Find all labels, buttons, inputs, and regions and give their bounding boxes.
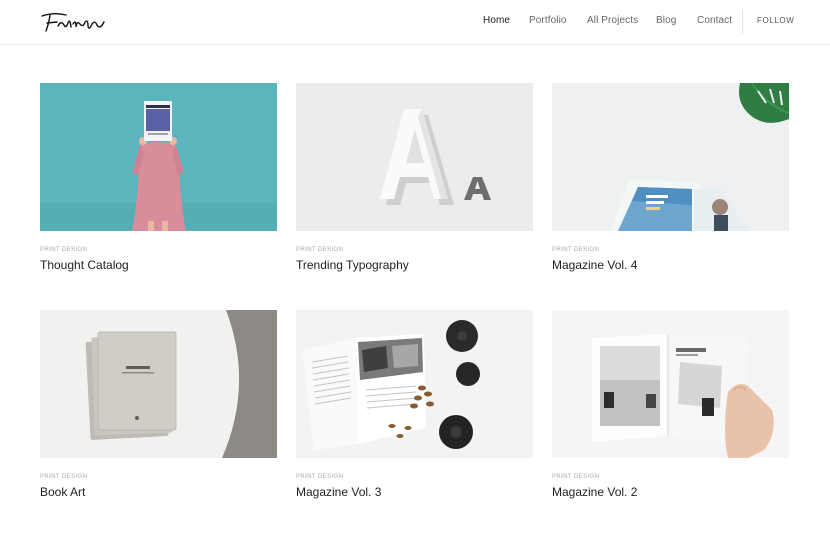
project-thumbnail[interactable] <box>40 83 277 231</box>
project-title[interactable]: Book Art <box>40 485 85 499</box>
project-title[interactable]: Magazine Vol. 4 <box>552 258 637 272</box>
site-logo[interactable] <box>40 10 108 34</box>
project-category: PRINT DESIGN <box>552 247 600 253</box>
project-title[interactable]: Trending Typography <box>296 258 409 272</box>
project-thumbnail[interactable] <box>296 83 533 231</box>
nav-all-projects[interactable]: All Projects <box>587 15 638 26</box>
project-title[interactable]: Magazine Vol. 3 <box>296 485 381 499</box>
project-thumbnail[interactable] <box>552 83 789 231</box>
project-thumbnail[interactable] <box>552 310 789 458</box>
nav-portfolio[interactable]: Portfolio <box>529 15 567 26</box>
project-category: PRINT DESIGN <box>552 474 600 480</box>
project-thumbnail[interactable] <box>40 310 277 458</box>
nav-blog[interactable]: Blog <box>656 15 676 26</box>
project-category: PRINT DESIGN <box>40 247 88 253</box>
nav-contact[interactable]: Contact <box>697 15 732 26</box>
nav-home[interactable]: Home <box>483 15 510 26</box>
follow-button[interactable]: FOLLOW <box>757 16 794 25</box>
project-category: PRINT DESIGN <box>296 247 344 253</box>
project-category: PRINT DESIGN <box>296 474 344 480</box>
site-header: Home Portfolio All Projects Blog Contact… <box>0 0 830 45</box>
project-title[interactable]: Thought Catalog <box>40 258 129 272</box>
project-category: PRINT DESIGN <box>40 474 88 480</box>
project-thumbnail[interactable] <box>296 310 533 458</box>
nav-divider <box>742 10 743 34</box>
project-title[interactable]: Magazine Vol. 2 <box>552 485 637 499</box>
